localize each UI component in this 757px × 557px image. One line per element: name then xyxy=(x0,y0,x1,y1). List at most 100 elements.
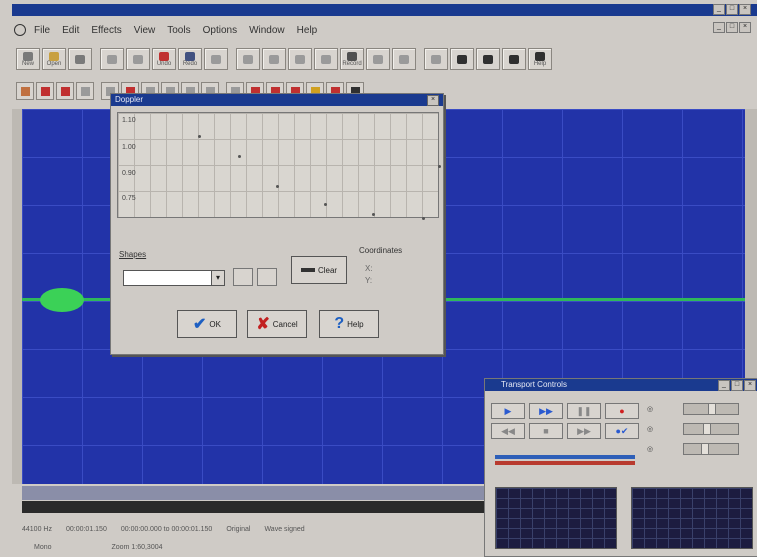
transport-button[interactable]: ■ xyxy=(529,423,563,439)
slider-thumb[interactable] xyxy=(703,424,712,434)
transport-maximize-button[interactable]: □ xyxy=(731,380,743,391)
graph-x-ticks xyxy=(117,218,437,228)
ok-button[interactable]: ✔ OK xyxy=(177,310,237,338)
transport-button[interactable]: ▶ xyxy=(491,403,525,419)
shape-delete-button[interactable] xyxy=(257,268,277,286)
graph-y-tick: 0.90 xyxy=(122,170,136,177)
toolbar-button[interactable]: New xyxy=(16,48,40,70)
toolbar-button-label: Record xyxy=(342,60,362,67)
transport-button[interactable]: ● xyxy=(605,403,639,419)
transport-slider[interactable] xyxy=(683,443,740,455)
doppler-graph[interactable]: 1.10 1.00 0.90 0.75 xyxy=(117,112,441,220)
transport-button[interactable]: ●✔ xyxy=(605,423,639,439)
transport-button[interactable]: ▶▶ xyxy=(567,423,601,439)
slider-thumb[interactable] xyxy=(708,404,717,414)
toolbar-button[interactable]: Undo xyxy=(152,48,176,70)
app-icon[interactable] xyxy=(14,24,26,36)
toolbar-button[interactable] xyxy=(450,48,474,70)
maximize-button[interactable]: □ xyxy=(726,4,738,15)
shapes-combobox[interactable]: ▾ xyxy=(123,270,225,286)
toolbar-button[interactable] xyxy=(366,48,390,70)
shapes-label: Shapes xyxy=(119,250,147,259)
transport-button[interactable]: ▶▶ xyxy=(529,403,563,419)
app-titlebar xyxy=(12,4,757,16)
help-topic-icon xyxy=(509,54,519,64)
chevron-down-icon[interactable]: ▾ xyxy=(211,271,224,285)
menu-options[interactable]: Options xyxy=(203,25,237,36)
transport-title: Transport Controls xyxy=(501,380,567,389)
eraser-icon xyxy=(300,268,315,272)
help-button[interactable]: ? Help xyxy=(319,310,379,338)
slider-thumb[interactable] xyxy=(700,444,709,454)
toolbar-button[interactable]: Redo xyxy=(178,48,202,70)
effect-1-icon xyxy=(20,86,30,96)
toolbar-button[interactable]: Record xyxy=(340,48,364,70)
graph-control-point[interactable] xyxy=(324,203,327,206)
transport-close-button[interactable]: × xyxy=(744,380,756,391)
toolbar-button-label: Open xyxy=(46,60,62,67)
doc-close-button[interactable]: × xyxy=(739,22,751,33)
effects-toolbar-button[interactable] xyxy=(76,82,94,100)
minimize-button[interactable]: _ xyxy=(713,4,725,15)
toolbar-button[interactable] xyxy=(262,48,286,70)
pause-icon: ❚❚ xyxy=(576,405,592,416)
transport-sliders: ◎ ◎ ◎ xyxy=(647,403,740,455)
horizontal-scrollbar[interactable] xyxy=(22,501,492,513)
toolbar-button-label: Help xyxy=(533,60,547,67)
doppler-close-button[interactable]: × xyxy=(427,95,439,106)
status-bar-2: Mono Zoom 1:60,3004 xyxy=(10,540,495,554)
menu-effects[interactable]: Effects xyxy=(91,25,121,36)
graph-control-point[interactable] xyxy=(198,135,201,138)
menu-edit[interactable]: Edit xyxy=(62,25,79,36)
toolbar-button[interactable] xyxy=(100,48,124,70)
transport-button[interactable]: ◀◀ xyxy=(491,423,525,439)
graph-control-point[interactable] xyxy=(276,185,279,188)
record-icon xyxy=(347,51,357,61)
toolbar-button[interactable] xyxy=(288,48,312,70)
graph-control-point[interactable] xyxy=(438,165,441,168)
toolbar-button[interactable] xyxy=(126,48,150,70)
menu-tools[interactable]: Tools xyxy=(167,25,190,36)
toolbar-button[interactable]: Help xyxy=(528,48,552,70)
save-icon xyxy=(75,54,85,64)
waveform-signal-burst xyxy=(40,288,84,312)
graph-control-point[interactable] xyxy=(238,155,241,158)
menu-view[interactable]: View xyxy=(134,25,156,36)
effects-toolbar-button[interactable] xyxy=(36,82,54,100)
toolbar-button[interactable] xyxy=(68,48,92,70)
effect-2-icon xyxy=(40,86,50,96)
level-bar-red xyxy=(495,461,635,465)
slider-knob-icon: ◎ xyxy=(647,426,654,433)
status-mono: Mono xyxy=(34,543,52,551)
toolbar-button[interactable] xyxy=(502,48,526,70)
transport-slider[interactable] xyxy=(683,423,740,435)
toolbar-button[interactable] xyxy=(476,48,500,70)
effects-toolbar-button[interactable] xyxy=(16,82,34,100)
toolbar-button[interactable] xyxy=(424,48,448,70)
clear-button-label: Clear xyxy=(317,265,338,275)
graph-control-point[interactable] xyxy=(372,213,375,216)
toolbar-button[interactable] xyxy=(204,48,228,70)
toolbar-button[interactable] xyxy=(236,48,260,70)
transport-button[interactable]: ❚❚ xyxy=(567,403,601,419)
toolbar-button[interactable]: Open xyxy=(42,48,66,70)
menu-window[interactable]: Window xyxy=(249,25,285,36)
clear-button[interactable]: Clear xyxy=(291,256,347,284)
play-icon: ▶ xyxy=(504,405,512,416)
toolbar-button[interactable] xyxy=(314,48,338,70)
transport-slider[interactable] xyxy=(683,403,740,415)
toolbar-button-label: New xyxy=(21,60,34,67)
close-button[interactable]: × xyxy=(739,4,751,15)
cancel-button[interactable]: ✘ Cancel xyxy=(247,310,307,338)
toolbar-button[interactable] xyxy=(392,48,416,70)
menu-help[interactable]: Help xyxy=(297,25,318,36)
graph-y-tick: 1.10 xyxy=(122,117,136,124)
cross-icon: ✘ xyxy=(256,316,270,333)
transport-slider-row: ◎ xyxy=(647,403,740,415)
shape-save-button[interactable] xyxy=(233,268,253,286)
effects-toolbar-button[interactable] xyxy=(56,82,74,100)
doppler-dialog-titlebar: Doppler xyxy=(111,94,443,106)
menu-file[interactable]: File xyxy=(34,25,50,36)
transport-minimize-button[interactable]: _ xyxy=(718,380,730,391)
coord-y-label: Y: xyxy=(365,276,373,285)
